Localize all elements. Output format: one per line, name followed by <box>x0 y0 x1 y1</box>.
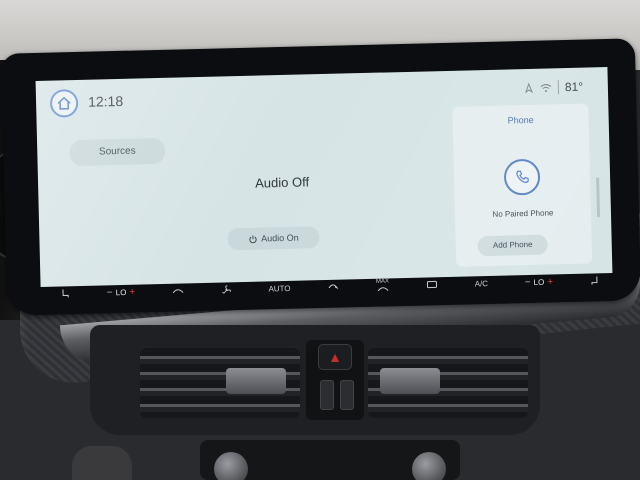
vent-knob-right[interactable] <box>380 368 440 394</box>
rear-defrost-icon <box>426 280 437 289</box>
seat-heat-left-button[interactable] <box>60 288 70 298</box>
wifi-icon <box>540 84 552 93</box>
auto-button[interactable]: AUTO <box>268 283 290 293</box>
left-temp-control[interactable]: − LO + <box>107 286 136 298</box>
recirculation-button[interactable] <box>327 282 339 292</box>
left-temp-value: LO <box>115 287 127 297</box>
rear-defrost-button[interactable] <box>426 279 438 289</box>
phone-button[interactable] <box>503 158 541 196</box>
seat-heat-icon <box>62 289 69 298</box>
infotainment-screen: 12:18 81° Sources Audio Off Audio On Pho… <box>35 67 613 287</box>
status-divider <box>557 80 560 95</box>
right-temp-control[interactable]: − LO + <box>525 276 554 288</box>
defrost-icon <box>172 289 184 294</box>
seat-heat-right-icon <box>591 276 598 285</box>
unlock-button[interactable] <box>340 380 354 410</box>
right-temp-value: LO <box>533 277 545 287</box>
add-phone-button[interactable]: Add Phone <box>477 234 548 257</box>
phone-status: No Paired Phone <box>492 208 554 219</box>
volume-knob[interactable] <box>412 452 446 480</box>
clock: 12:18 <box>87 92 124 110</box>
home-button[interactable] <box>49 88 79 118</box>
scroll-indicator[interactable] <box>596 177 601 218</box>
shoe <box>72 446 132 480</box>
knob-left[interactable] <box>214 452 248 480</box>
right-temp-minus[interactable]: − <box>525 277 531 288</box>
outside-temperature: 81° <box>564 79 584 95</box>
hazard-button[interactable]: ▲ <box>318 344 352 370</box>
home-icon <box>57 96 71 110</box>
audio-on-label: Audio On <box>261 232 299 244</box>
status-icons: 81° <box>524 80 583 95</box>
ac-button[interactable]: A/C <box>475 279 489 288</box>
phone-icon <box>516 170 529 183</box>
left-temp-minus[interactable]: − <box>107 287 113 298</box>
phone-title: Phone <box>507 114 534 126</box>
audio-state-label: Audio Off <box>254 174 310 191</box>
sources-button[interactable]: Sources <box>69 137 166 167</box>
seat-heat-right-button[interactable] <box>590 275 600 285</box>
max-defrost-icon <box>377 287 389 292</box>
lock-button[interactable] <box>320 380 334 410</box>
fan-button[interactable] <box>221 284 232 295</box>
max-defrost-button[interactable]: MAX <box>376 279 389 293</box>
vent-knob-left[interactable] <box>226 368 286 394</box>
recirculation-icon <box>328 284 339 290</box>
power-icon <box>249 234 257 243</box>
audio-on-button[interactable]: Audio On <box>227 226 320 251</box>
right-temp-plus[interactable]: + <box>547 276 553 287</box>
defrost-button[interactable] <box>172 286 184 296</box>
left-temp-plus[interactable]: + <box>129 286 135 297</box>
compass-icon <box>525 82 534 94</box>
fan-icon <box>221 284 231 294</box>
phone-panel: Phone No Paired Phone Add Phone <box>452 103 593 267</box>
